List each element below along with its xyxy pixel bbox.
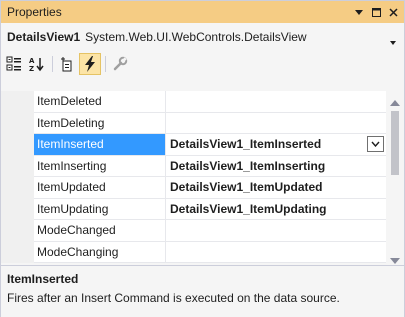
scroll-up-arrow-icon[interactable] [390,95,400,109]
scrollbar-thumb[interactable] [391,111,399,175]
event-handler-text: DetailsView1_ItemInserted [170,137,322,152]
title-bar-controls [354,1,398,23]
event-handler-value[interactable] [166,220,386,242]
events-grid: ItemDeleted ItemDeleting ItemInserted De… [1,91,386,263]
row-gutter [1,134,34,156]
title-bar: Properties [1,1,404,23]
event-name[interactable]: ItemInserting [34,155,166,177]
event-handler-value[interactable] [166,241,386,263]
event-name[interactable]: ItemDeleting [34,112,166,134]
object-type: System.Web.UI.WebControls.DetailsView [85,30,307,44]
event-row-item-inserted[interactable]: ItemInserted DetailsView1_ItemInserted [1,134,386,156]
categorized-button[interactable] [3,53,25,75]
event-name[interactable]: ItemDeleted [34,91,166,113]
row-gutter [1,112,34,134]
row-gutter [1,177,34,199]
row-gutter [1,91,34,113]
alphabetical-button[interactable]: A Z [26,53,48,75]
vertical-scrollbar[interactable] [386,91,404,264]
event-handler-value[interactable] [166,91,386,113]
properties-toolbar: A Z [3,51,132,77]
event-row-item-updated[interactable]: ItemUpdated DetailsView1_ItemUpdated [1,177,386,199]
event-row-item-updating[interactable]: ItemUpdating DetailsView1_ItemUpdating [1,198,386,220]
event-name[interactable]: ItemUpdating [34,198,166,220]
row-gutter [1,241,34,263]
object-name: DetailsView1 [7,30,81,44]
svg-text:A: A [29,57,35,65]
properties-button[interactable] [56,53,78,75]
properties-window: Properties DetailsView1 System.Web.UI.We… [0,0,405,317]
toolbar-separator [105,56,106,72]
event-name[interactable]: ItemUpdated [34,177,166,199]
events-lightning-icon [85,56,95,72]
svg-text:Z: Z [29,65,34,72]
close-icon[interactable] [388,7,398,17]
event-row-item-deleted[interactable]: ItemDeleted [1,91,386,113]
property-pages-button[interactable] [109,53,131,75]
event-handler-value[interactable] [166,112,386,134]
property-pages-wrench-icon [113,56,128,71]
maximize-icon[interactable] [371,7,381,17]
event-handler-value[interactable]: DetailsView1_ItemUpdated [166,177,386,199]
event-name[interactable]: ModeChanged [34,220,166,242]
event-name[interactable]: ModeChanging [34,241,166,263]
chevron-down-icon [371,141,380,147]
event-row-mode-changed[interactable]: ModeChanged [1,220,386,242]
event-handler-value[interactable]: DetailsView1_ItemUpdating [166,198,386,220]
event-row-item-inserting[interactable]: ItemInserting DetailsView1_ItemInserting [1,155,386,177]
categorized-icon [6,56,21,71]
event-row-item-deleting[interactable]: ItemDeleting [1,112,386,134]
handler-dropdown-button[interactable] [367,136,384,152]
alphabetical-icon: A Z [29,57,44,72]
properties-icon [61,57,72,72]
description-pane: ItemInserted Fires after an Insert Comma… [1,265,404,317]
chevron-down-icon[interactable] [390,34,396,48]
object-selector[interactable]: DetailsView1 System.Web.UI.WebControls.D… [1,27,404,47]
description-text: Fires after an Insert Command is execute… [7,291,340,305]
row-gutter [1,220,34,242]
dropdown-arrow-icon[interactable] [354,7,364,17]
window-title: Properties [7,5,62,19]
row-gutter [1,155,34,177]
events-button[interactable] [79,53,101,75]
event-handler-value[interactable]: DetailsView1_ItemInserted [166,134,386,156]
description-title: ItemInserted [7,272,79,286]
toolbar-separator [52,56,53,72]
event-name[interactable]: ItemInserted [34,134,166,156]
event-row-mode-changing[interactable]: ModeChanging [1,241,386,263]
event-handler-value[interactable]: DetailsView1_ItemInserting [166,155,386,177]
row-gutter [1,198,34,220]
